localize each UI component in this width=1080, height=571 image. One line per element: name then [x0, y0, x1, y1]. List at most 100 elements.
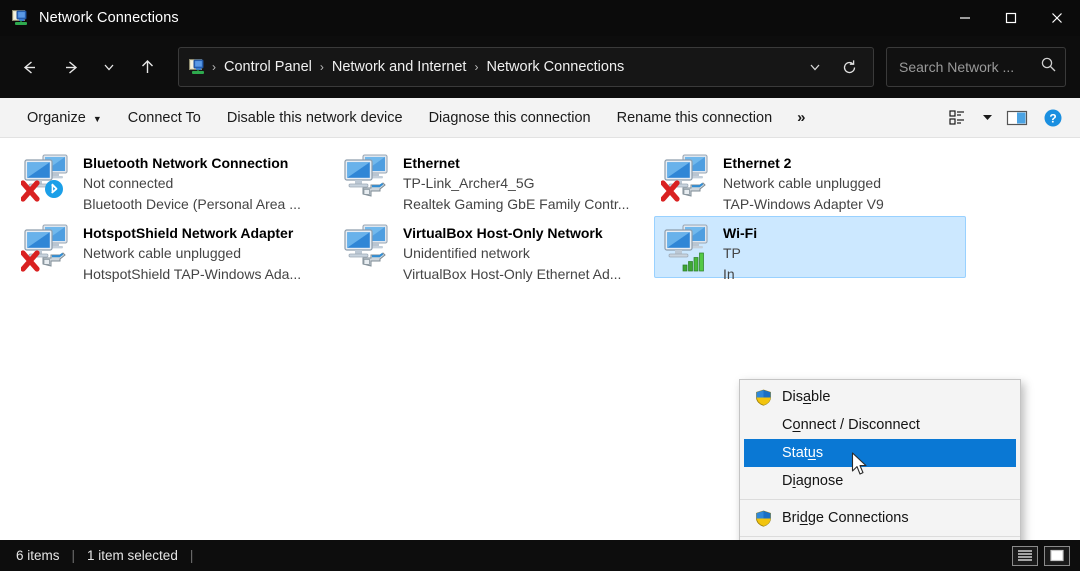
rename-this-connection-button[interactable]: Rename this connection: [604, 104, 786, 132]
network-adapter-icon: [341, 151, 395, 205]
connection-adapter: Realtek Gaming GbE Family Contr...: [403, 196, 630, 212]
connection-item-text: Bluetooth Network Connection Not connecte…: [75, 151, 301, 215]
search-box[interactable]: Search Network ...: [886, 47, 1066, 87]
menu-item-diagnose[interactable]: Diagnose: [740, 467, 1020, 495]
preview-pane-icon[interactable]: [1000, 103, 1034, 133]
menu-separator: [740, 536, 1020, 537]
connection-adapter: TAP-Windows Adapter V9: [723, 196, 884, 212]
mouse-cursor: [851, 452, 869, 483]
back-arrow-icon[interactable]: [8, 47, 50, 87]
title-bar: Network Connections: [0, 0, 1080, 36]
menu-item-disable[interactable]: Disable: [740, 383, 1020, 411]
network-connections-window: Network Connections › Control Panel › Ne…: [0, 0, 1080, 571]
network-adapter-icon: [20, 221, 75, 275]
address-bar-row: › Control Panel › Network and Internet ›…: [0, 36, 1080, 98]
command-bar-right: ?: [940, 103, 1070, 133]
connection-adapter: Bluetooth Device (Personal Area ...: [83, 196, 301, 212]
search-icon[interactable]: [1040, 56, 1057, 78]
network-adapter-icon: [661, 221, 715, 275]
refresh-icon[interactable]: [833, 51, 865, 83]
uac-shield-icon: [748, 389, 778, 406]
network-adapter-icon: [20, 151, 75, 205]
context-menu[interactable]: Disable Connect / Disconnect Status Diagnos…: [739, 379, 1021, 540]
title-bar-left: Network Connections: [0, 9, 179, 27]
connection-item-text: Ethernet TP-Link_Archer4_5G Realtek Gaming…: [395, 151, 629, 215]
help-icon[interactable]: ?: [1036, 103, 1070, 133]
address-bar[interactable]: › Control Panel › Network and Internet ›…: [178, 47, 874, 87]
status-separator: |: [71, 548, 76, 563]
menu-item-connect-disconnect[interactable]: Connect / Disconnect: [740, 411, 1020, 439]
breadcrumb-item-network-and-internet[interactable]: Network and Internet: [325, 56, 474, 78]
menu-item-label: Bridge Connections: [782, 510, 909, 526]
selection-count-label: 1 item selected: [87, 548, 178, 563]
connection-name: Bluetooth Network Connection: [83, 155, 289, 171]
menu-item-bridge-connections[interactable]: Bridge Connections: [740, 504, 1020, 532]
close-button[interactable]: [1034, 0, 1080, 36]
organize-button[interactable]: Organize ▼: [14, 104, 115, 132]
network-adapter-icon: [341, 221, 395, 275]
address-chevron-down-icon[interactable]: [799, 51, 831, 83]
breadcrumb-item-network-connections[interactable]: Network Connections: [479, 56, 631, 78]
connection-status: Network cable unplugged: [83, 245, 241, 261]
connection-item-text: VirtualBox Host-Only Network Unidentified…: [395, 221, 621, 285]
connection-item[interactable]: Bluetooth Network Connection Not connecte…: [14, 146, 326, 212]
menu-item-label: Connect / Disconnect: [782, 417, 920, 433]
connection-item-text: Ethernet 2 Network cable unplugged TAP-Win…: [715, 151, 884, 215]
network-adapter-icon: [660, 151, 715, 205]
connection-name: VirtualBox Host-Only Network: [403, 225, 603, 241]
menu-item-label: Diagnose: [782, 473, 844, 489]
connection-adapter: HotspotShield TAP-Windows Ada...: [83, 266, 302, 282]
command-bar: Organize ▼ Connect To Disable this netwo…: [0, 98, 1080, 138]
disable-this-network-device-button[interactable]: Disable this network device: [214, 104, 416, 132]
status-separator: |: [189, 548, 194, 563]
connect-to-button[interactable]: Connect To: [115, 104, 214, 132]
connection-status: Not connected: [83, 175, 174, 191]
connection-name: HotspotShield Network Adapter: [83, 225, 294, 241]
window-controls: [942, 0, 1080, 36]
recent-locations-chevron-down-icon[interactable]: [92, 47, 126, 87]
address-path-network-icon: [189, 58, 207, 76]
connection-item[interactable]: VirtualBox Host-Only Network Unidentified…: [334, 216, 646, 282]
connections-grid: Bluetooth Network Connection Not connecte…: [0, 146, 1080, 286]
organize-label: Organize: [27, 109, 86, 126]
connection-adapter: In: [723, 266, 735, 282]
view-options-icon[interactable]: [940, 103, 974, 133]
maximize-button[interactable]: [988, 0, 1034, 36]
menu-separator: [740, 499, 1020, 500]
connection-item[interactable]: HotspotShield Network Adapter Network cab…: [14, 216, 326, 282]
connection-name: Ethernet: [403, 155, 460, 171]
toolbar-overflow-button[interactable]: »: [785, 103, 817, 132]
menu-item-status[interactable]: Status: [744, 439, 1016, 467]
network-connections-icon: [12, 9, 30, 27]
search-input[interactable]: Search Network ...: [899, 59, 1040, 75]
chevron-down-icon: ▼: [92, 113, 102, 124]
connection-status: TP-Link_Archer4_5G: [403, 175, 535, 191]
diagnose-this-connection-button[interactable]: Diagnose this connection: [416, 104, 604, 132]
menu-item-label: Disable: [782, 389, 831, 405]
breadcrumb-item-control-panel[interactable]: Control Panel: [217, 56, 319, 78]
item-count-label: 6 items: [16, 548, 60, 563]
status-bar: 6 items | 1 item selected |: [0, 540, 1080, 571]
svg-text:?: ?: [1049, 111, 1056, 125]
connection-name: Ethernet 2: [723, 155, 792, 171]
connections-list-view[interactable]: Bluetooth Network Connection Not connecte…: [0, 138, 1080, 540]
connection-item[interactable]: Ethernet 2 Network cable unplugged TAP-Win…: [654, 146, 966, 212]
connection-item[interactable]: Ethernet TP-Link_Archer4_5G Realtek Gaming…: [334, 146, 646, 212]
connection-status: Unidentified network: [403, 245, 530, 261]
forward-arrow-icon[interactable]: [50, 47, 92, 87]
view-toggle-group: [1012, 545, 1070, 566]
large-icons-view-icon[interactable]: [1044, 545, 1070, 566]
connection-status: Network cable unplugged: [723, 175, 881, 191]
address-bar-actions: [799, 51, 865, 83]
connection-status: TP: [723, 245, 741, 261]
connection-item-text: Wi-Fi TP In: [715, 221, 757, 285]
connection-adapter: VirtualBox Host-Only Ethernet Ad...: [403, 266, 622, 282]
view-options-chevron-down-icon[interactable]: [976, 103, 998, 133]
up-arrow-icon[interactable]: [126, 47, 168, 87]
details-view-icon[interactable]: [1012, 545, 1038, 566]
breadcrumb: › Control Panel › Network and Internet ›…: [211, 56, 799, 78]
uac-shield-icon: [748, 510, 778, 527]
connection-name: Wi-Fi: [723, 225, 758, 241]
minimize-button[interactable]: [942, 0, 988, 36]
connection-item[interactable]: Wi-Fi TP In: [654, 216, 966, 282]
